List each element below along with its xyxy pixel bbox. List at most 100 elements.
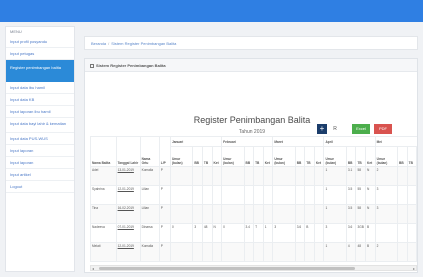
cell-parent: Dinarsa — [139, 223, 160, 243]
sidebar-item-register-penimbangan[interactable]: Register penimbangan balita — [6, 60, 74, 82]
cell-value — [169, 185, 194, 205]
cell-value — [397, 223, 408, 243]
cell-value — [304, 204, 315, 224]
horizontal-scrollbar[interactable]: ◂ ▸ — [90, 265, 417, 271]
cell-value — [211, 204, 223, 224]
cell-value — [397, 204, 408, 224]
cell-value: 4 — [345, 242, 357, 262]
cell-value: 58 — [355, 204, 367, 224]
sub-column-header: Umur (bulan) — [169, 146, 194, 167]
cell-value — [192, 185, 203, 205]
cell-value — [192, 242, 203, 262]
sidebar-item-petugas[interactable]: Input petugas — [6, 48, 74, 60]
cell-dob: 12-01-2019 — [115, 242, 141, 262]
cell-value — [304, 166, 315, 186]
cell-value: 3.1 — [345, 166, 357, 186]
cell-value: 0 — [169, 223, 194, 243]
sub-column-header: Umur (bulan) — [221, 146, 245, 167]
cell-value: N — [365, 185, 376, 205]
sidebar-item-profil-posyandu[interactable]: Input profil posyandu — [6, 36, 74, 48]
cell-value — [253, 185, 264, 205]
cell-value: 1 — [262, 223, 274, 243]
sidebar-item-logout[interactable]: Logout — [6, 181, 74, 193]
month-header: Maret — [272, 136, 325, 147]
cell-value: N — [365, 166, 376, 186]
sidebar-item-laporan-1[interactable]: Input laporan — [6, 145, 74, 157]
breadcrumb-home-link[interactable]: Beranda — [91, 41, 106, 46]
month-header: Februari — [221, 136, 274, 147]
cell-lp: P — [158, 166, 171, 186]
cell-value — [272, 242, 296, 262]
cell-value — [262, 166, 274, 186]
sub-column-header: BB — [243, 146, 255, 167]
breadcrumb-current: Sistem Register Penimbangan Balita — [111, 41, 177, 46]
table-row: Adel 13-01-2019 Komalia P 1 3.1 58 N 2 — [90, 166, 417, 186]
sidebar-item-kb[interactable]: Input data KB — [6, 94, 74, 106]
cell-dob: 16-02-2019 — [115, 204, 141, 224]
sidebar-item-artikel[interactable]: Input artikel — [6, 169, 74, 181]
cell-value: 0 — [221, 223, 245, 243]
cell-lp: P — [158, 204, 171, 224]
cell-value — [221, 242, 245, 262]
cell-value — [221, 204, 245, 224]
cell-dob: 07-01-2019 — [115, 223, 141, 243]
cell-value — [201, 204, 213, 224]
sidebar-item-laporan-2[interactable]: Input laporan — [6, 157, 74, 169]
sub-column-header: BB — [345, 146, 357, 167]
sidebar: MENU Input profil posyandu Input petugas… — [5, 26, 75, 272]
cell-value — [211, 185, 223, 205]
cell-value — [192, 166, 203, 186]
scroll-left-icon[interactable]: ◂ — [92, 266, 94, 271]
cell-value: B — [365, 242, 376, 262]
sub-column-header: TB — [253, 146, 264, 167]
table-row: Melati 12-01-2019 Komalia P 1 4 48 B 2 — [90, 242, 417, 262]
cell-value — [313, 185, 325, 205]
sub-column-header: TB — [304, 146, 315, 167]
table-row: Nadeeva 07-01-2019 Dinarsa P 0 3 48 N 0 3.4 T 1 3 3.6… — [90, 223, 417, 243]
cell-value — [272, 204, 296, 224]
cell-value — [406, 204, 417, 224]
cell-value: 48 — [355, 242, 367, 262]
add-button[interactable]: + — [317, 124, 327, 134]
sidebar-item-pus-wus[interactable]: Input data PUS-WUS — [6, 133, 74, 145]
cell-value — [397, 242, 408, 262]
cell-name: Syahrina — [90, 185, 117, 205]
sidebar-item-ibu-hamil[interactable]: Input data ibu hamil — [6, 82, 74, 94]
reset-button[interactable]: R — [330, 124, 340, 134]
scroll-right-icon[interactable]: ▸ — [413, 266, 415, 271]
cell-value: 2 — [374, 242, 399, 262]
month-header: Januari — [169, 136, 223, 147]
scrollbar-thumb[interactable] — [99, 267, 355, 270]
content-panel: Sistem Register Penimbangan Balita Regis… — [84, 58, 418, 273]
cell-value — [201, 185, 213, 205]
sub-column-header: Umur (bulan) — [374, 146, 399, 167]
cell-value: 3 — [323, 223, 347, 243]
sidebar-item-laporan-ibu-hamil[interactable]: Input laporan ibu hamil — [6, 106, 74, 118]
sub-column-header: TB — [406, 146, 417, 167]
cell-value — [243, 166, 255, 186]
cell-value: 3GB — [355, 223, 367, 243]
cell-value — [304, 185, 315, 205]
cell-value: 1 — [323, 242, 347, 262]
cell-value — [192, 204, 203, 224]
cell-lp: P — [158, 185, 171, 205]
cell-value: T — [253, 223, 264, 243]
cell-value — [313, 166, 325, 186]
cell-parent: Komalia — [139, 242, 160, 262]
cell-value: B — [365, 223, 376, 243]
cell-value: 3.5 — [345, 204, 357, 224]
cell-value — [169, 204, 194, 224]
column-header: Nama Ortu — [139, 136, 160, 167]
cell-value — [221, 166, 245, 186]
cell-value — [169, 166, 194, 186]
sidebar-item-bayi-lahir[interactable]: Input data bayi lahir & kematian — [6, 118, 74, 133]
cell-value: N — [365, 204, 376, 224]
cell-parent: Lilian — [139, 204, 160, 224]
export-pdf-button[interactable]: PDF — [374, 124, 392, 134]
cell-parent: Komalia — [139, 166, 160, 186]
cell-value — [374, 223, 399, 243]
cell-value: 3 — [374, 185, 399, 205]
cell-value — [243, 204, 255, 224]
cell-value: 1 — [323, 166, 347, 186]
export-excel-button[interactable]: Excel — [352, 124, 370, 134]
